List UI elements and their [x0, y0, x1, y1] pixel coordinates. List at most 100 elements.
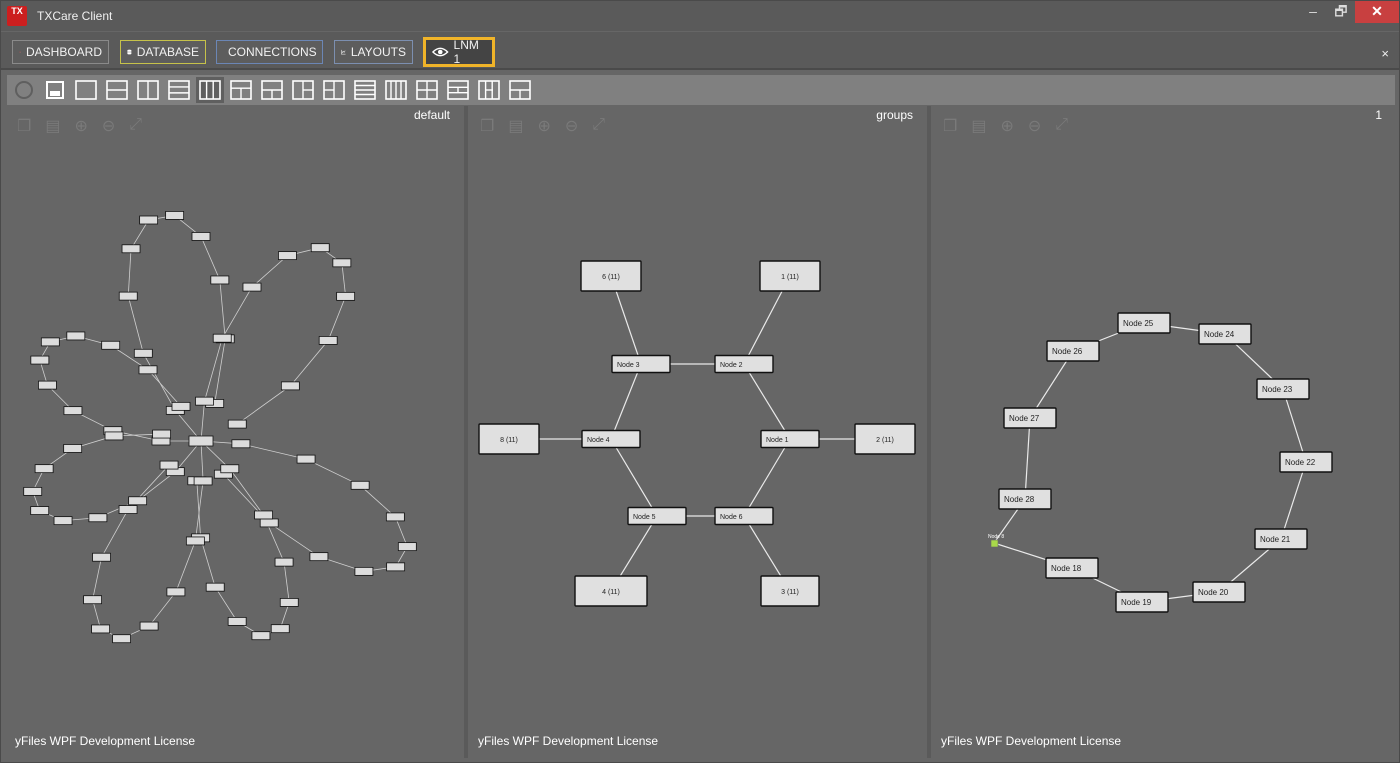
graph-node[interactable]: Node 27 — [1003, 407, 1057, 429]
graph-node[interactable] — [274, 557, 294, 567]
graph-node[interactable] — [386, 562, 406, 572]
graph-node[interactable] — [112, 634, 131, 644]
graph-node[interactable] — [296, 454, 316, 464]
minimize-button[interactable]: – — [1299, 1, 1327, 23]
layout-preset-button[interactable] — [382, 77, 410, 103]
layout-preset-button[interactable] — [72, 77, 100, 103]
graph-node[interactable] — [101, 340, 121, 350]
graph-node[interactable]: 2 (11) — [854, 423, 916, 455]
graph-node[interactable]: Node 23 — [1256, 378, 1310, 400]
graph-node[interactable]: 3 (11) — [760, 575, 820, 607]
graph-node[interactable] — [191, 232, 211, 241]
graph-node[interactable] — [350, 480, 370, 490]
layout-preset-button[interactable] — [320, 77, 348, 103]
graph-node[interactable] — [88, 513, 108, 523]
graph-panel-1[interactable]: 1 ❐ ▤ ⊕ ⊖ ⤢ Node 25 Node 24 Node 26 Node 23 Node… — [931, 106, 1396, 758]
graph-node[interactable] — [166, 587, 186, 597]
save-layout-button[interactable] — [41, 77, 69, 103]
graph-node[interactable] — [23, 486, 43, 496]
graph-node[interactable] — [385, 512, 405, 522]
tab-dashboard[interactable]: DASHBOARD — [12, 40, 109, 64]
graph-node[interactable] — [138, 365, 158, 375]
graph-node[interactable] — [118, 291, 138, 301]
graph-node[interactable] — [254, 510, 273, 520]
graph-panel-default[interactable]: default ❐ ▤ ⊕ ⊖ ⤢ yFiles WPF Development Lic… — [5, 106, 468, 758]
graph-node[interactable] — [309, 552, 329, 562]
graph-node[interactable]: Node 18 — [1045, 557, 1099, 579]
tab-lnm-1[interactable]: LNM 1 — [423, 37, 495, 67]
graph-node[interactable] — [66, 331, 86, 341]
graph-canvas-default[interactable] — [5, 106, 468, 758]
graph-node[interactable]: Node 4 — [581, 429, 641, 449]
graph-node[interactable] — [227, 419, 247, 429]
graph-node[interactable]: Node 25 — [1117, 312, 1171, 334]
graph-node[interactable]: Node 5 — [627, 506, 687, 526]
graph-node[interactable] — [40, 337, 60, 347]
graph-node[interactable] — [133, 348, 153, 358]
graph-node[interactable]: Node 24 — [1198, 323, 1252, 345]
graph-node[interactable] — [30, 506, 50, 515]
graph-node[interactable]: 1 (11) — [759, 260, 821, 292]
graph-node[interactable]: Node 20 — [1192, 581, 1246, 603]
graph-node[interactable] — [121, 244, 141, 254]
graph-canvas-ring[interactable]: Node 25 Node 24 Node 26 Node 23 Node 27 Node … — [931, 106, 1396, 758]
layout-preset-button[interactable] — [165, 77, 193, 103]
graph-node[interactable] — [278, 251, 297, 261]
graph-node[interactable] — [332, 258, 352, 268]
graph-node[interactable] — [212, 333, 232, 343]
tab-connections[interactable]: CONNECTIONS — [216, 40, 323, 64]
graph-node[interactable] — [63, 444, 83, 453]
graph-node[interactable] — [193, 476, 213, 486]
close-tab-button[interactable]: × — [1381, 46, 1389, 61]
graph-canvas-groups[interactable]: 6 (11) 1 (11) Node 3 Node 2 8 (11) Node 4 Node… — [468, 106, 931, 758]
graph-node[interactable] — [159, 460, 179, 470]
graph-node[interactable] — [310, 243, 330, 253]
graph-node[interactable] — [397, 542, 417, 552]
graph-node[interactable] — [139, 621, 159, 631]
graph-node[interactable]: Node 2 — [714, 354, 774, 374]
graph-node[interactable] — [195, 396, 214, 406]
graph-node[interactable] — [34, 464, 54, 474]
graph-node[interactable] — [165, 211, 185, 220]
graph-node[interactable] — [280, 381, 300, 391]
play-button[interactable] — [10, 77, 38, 103]
graph-node[interactable]: Node 1 — [760, 429, 820, 449]
layout-preset-button[interactable] — [351, 77, 379, 103]
graph-node[interactable] — [118, 505, 138, 514]
graph-node[interactable] — [63, 406, 83, 416]
graph-node[interactable]: Node 3 — [611, 354, 671, 374]
graph-node[interactable] — [220, 464, 240, 474]
graph-node[interactable]: 6 (11) — [580, 260, 642, 292]
graph-node[interactable] — [30, 355, 50, 365]
graph-node[interactable] — [205, 582, 225, 592]
graph-panel-groups[interactable]: groups ❐ ▤ ⊕ ⊖ ⤢ 6 (11) 1 (11) Node 3 Node 28 (… — [468, 106, 931, 758]
graph-node[interactable] — [128, 496, 148, 506]
graph-node[interactable] — [270, 624, 290, 634]
layout-preset-button[interactable] — [413, 77, 441, 103]
graph-node[interactable]: Node 19 — [1115, 591, 1169, 613]
graph-node[interactable] — [336, 291, 356, 301]
graph-node[interactable] — [318, 336, 338, 345]
graph-node[interactable] — [354, 566, 374, 576]
graph-node[interactable] — [152, 429, 172, 439]
layout-preset-button[interactable] — [475, 77, 503, 103]
graph-node[interactable] — [227, 616, 247, 626]
graph-node[interactable] — [242, 282, 262, 292]
graph-node[interactable] — [53, 516, 73, 526]
graph-node[interactable] — [92, 552, 111, 562]
graph-node[interactable] — [251, 631, 271, 641]
graph-node[interactable] — [279, 598, 299, 607]
graph-node[interactable] — [188, 435, 214, 447]
restore-button[interactable]: 🗗 — [1327, 1, 1355, 23]
graph-node[interactable]: Node 22 — [1279, 451, 1333, 473]
graph-node[interactable] — [210, 275, 230, 285]
graph-node[interactable]: Node 28 — [998, 488, 1052, 510]
graph-node[interactable]: Node 26 — [1046, 340, 1100, 362]
tab-layouts[interactable]: LAYOUTS — [334, 40, 413, 64]
graph-node[interactable] — [185, 536, 205, 546]
graph-node[interactable] — [259, 518, 279, 528]
graph-node[interactable]: 8 (11) — [478, 423, 540, 455]
close-button[interactable]: ✕ — [1355, 1, 1399, 23]
layout-preset-button[interactable] — [506, 77, 534, 103]
layout-preset-button[interactable] — [444, 77, 472, 103]
